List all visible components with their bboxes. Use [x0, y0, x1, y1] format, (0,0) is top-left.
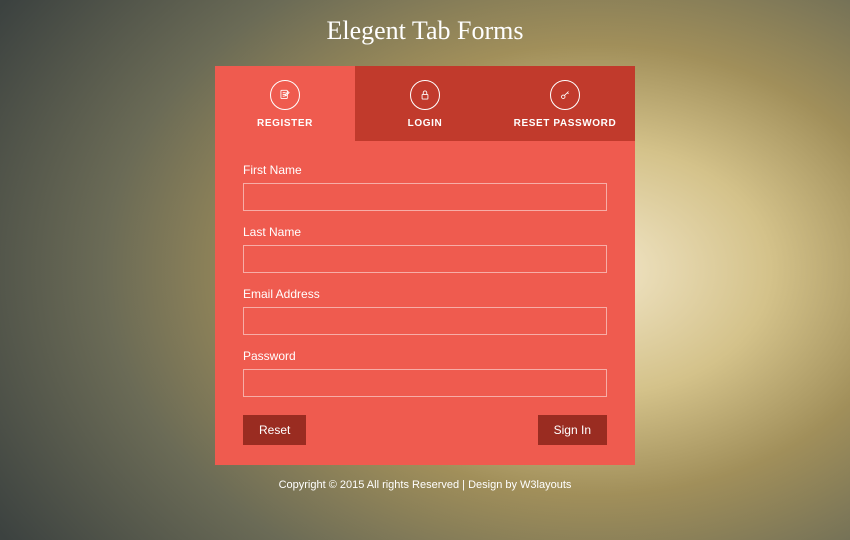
- form-card: REGISTER LOGIN RESET PASSWORD First Name…: [215, 66, 635, 465]
- signin-button[interactable]: Sign In: [538, 415, 607, 445]
- field-row: Last Name: [243, 225, 607, 273]
- lock-icon: [410, 80, 440, 110]
- email-field[interactable]: [243, 307, 607, 335]
- form-actions: Reset Sign In: [243, 415, 607, 445]
- key-icon: [550, 80, 580, 110]
- tab-bar: REGISTER LOGIN RESET PASSWORD: [215, 66, 635, 141]
- first-name-label: First Name: [243, 163, 607, 177]
- register-form: First Name Last Name Email Address Passw…: [215, 141, 635, 465]
- tab-register[interactable]: REGISTER: [215, 66, 355, 141]
- tab-login[interactable]: LOGIN: [355, 66, 495, 141]
- field-row: First Name: [243, 163, 607, 211]
- reset-button[interactable]: Reset: [243, 415, 306, 445]
- tab-label: REGISTER: [257, 118, 313, 129]
- field-row: Password: [243, 349, 607, 397]
- last-name-label: Last Name: [243, 225, 607, 239]
- password-label: Password: [243, 349, 607, 363]
- footer-text: Copyright © 2015 All rights Reserved | D…: [279, 479, 572, 491]
- last-name-field[interactable]: [243, 245, 607, 273]
- page-title: Elegent Tab Forms: [326, 16, 523, 46]
- tab-reset-password[interactable]: RESET PASSWORD: [495, 66, 635, 141]
- email-label: Email Address: [243, 287, 607, 301]
- first-name-field[interactable]: [243, 183, 607, 211]
- tab-label: LOGIN: [408, 118, 443, 129]
- password-field[interactable]: [243, 369, 607, 397]
- tab-label: RESET PASSWORD: [514, 118, 617, 129]
- edit-icon: [270, 80, 300, 110]
- field-row: Email Address: [243, 287, 607, 335]
